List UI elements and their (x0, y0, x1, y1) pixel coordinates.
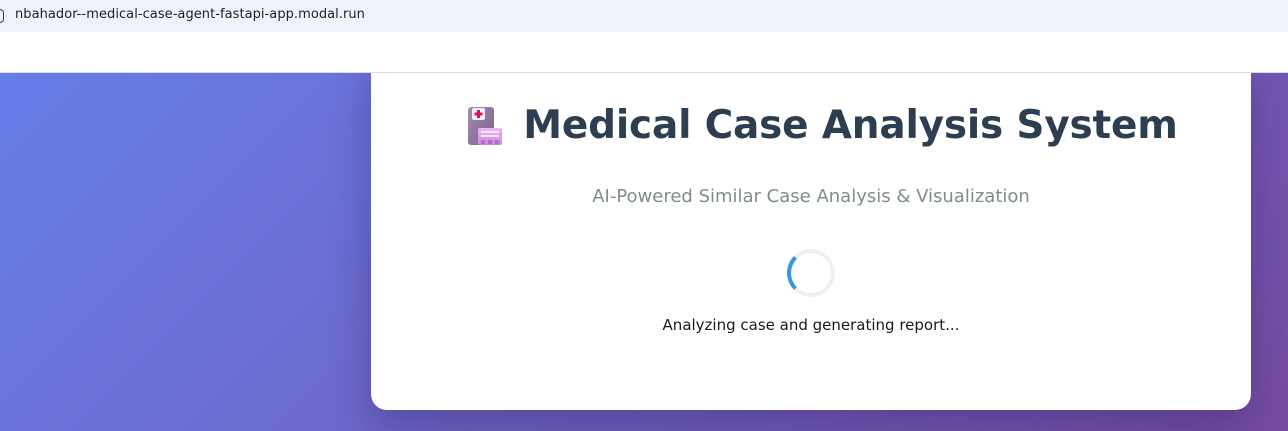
page-title: Medical Case Analysis System (523, 103, 1178, 148)
address-bar[interactable]: nbahador--medical-case-agent-fastapi-app… (0, 0, 1288, 32)
page-viewport: Medical Case Analysis System AI-Powered … (0, 73, 1288, 431)
url-text[interactable]: nbahador--medical-case-agent-fastapi-app… (15, 7, 365, 22)
title-row: Medical Case Analysis System (371, 103, 1251, 148)
loading-status-text: Analyzing case and generating report... (662, 316, 960, 334)
browser-toolbar (0, 32, 1288, 73)
page-subtitle: AI-Powered Similar Case Analysis & Visua… (592, 186, 1030, 207)
loading-spinner-icon (787, 249, 835, 297)
hospital-icon (468, 106, 503, 145)
main-card: Medical Case Analysis System AI-Powered … (371, 73, 1251, 410)
site-info-icon[interactable] (0, 9, 4, 23)
